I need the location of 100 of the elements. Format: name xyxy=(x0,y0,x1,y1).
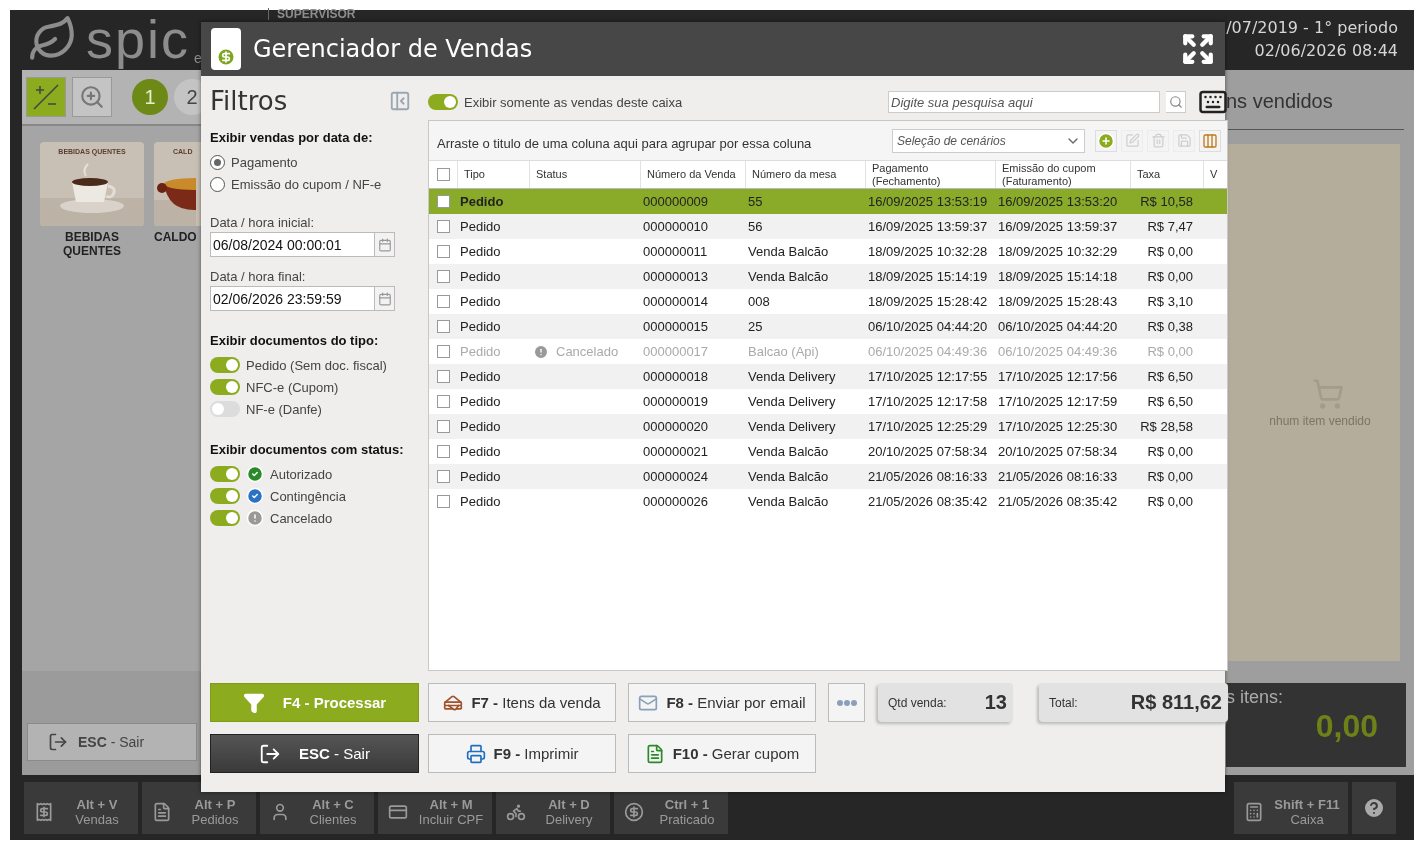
toggle-label: Cancelado xyxy=(270,510,333,526)
table-cell-text: 000000021 xyxy=(642,444,710,459)
summary-label: Total: xyxy=(1049,695,1078,710)
logo-suffix: e xyxy=(194,50,202,66)
shortcut-label: Praticado xyxy=(659,812,715,827)
table-cell-text: 17/10/2025 12:17:56 xyxy=(997,369,1119,384)
table-cell-text: 16/09/2025 13:59:37 xyxy=(997,219,1119,234)
dialog-title: Gerenciador de Vendas xyxy=(253,35,533,63)
period-text: /07/2019 - 1° periodo xyxy=(1226,18,1398,37)
table-cell-text: Venda Balcão xyxy=(747,269,830,284)
table-cell-text: R$ 7,47 xyxy=(1146,219,1194,234)
table-cell-text: 000000015 xyxy=(642,319,710,334)
table-cell-text: Venda Delivery xyxy=(747,369,837,384)
shortcut-label: Vendas xyxy=(75,812,119,827)
shortcut-key: Shift + F11 xyxy=(1274,797,1340,812)
table-cell-text: 21/05/2026 08:16:33 xyxy=(867,469,989,484)
table-cell-text: 000000018 xyxy=(642,369,710,384)
table-cell-text: Pedido xyxy=(459,244,502,259)
table-cell-text: Pedido xyxy=(459,444,502,459)
table-cell-text: R$ 0,00 xyxy=(1146,494,1194,509)
table-cell-text: 000000017 xyxy=(642,344,710,359)
section-heading: Exibir vendas por data de: xyxy=(210,130,374,145)
table-cell-text: 21/05/2026 08:35:42 xyxy=(997,494,1119,509)
table-cell-text: 06/10/2025 04:49:36 xyxy=(997,344,1119,359)
table-cell-text: Pedido xyxy=(459,319,502,334)
table-cell-text: 21/05/2026 08:35:42 xyxy=(867,494,989,509)
table-cell-text: 17/10/2025 12:17:58 xyxy=(867,394,989,409)
table-cell-text: Venda Delivery xyxy=(747,394,837,409)
table-cell-text: Pedido xyxy=(459,194,505,209)
table-cell-text: 18/09/2025 15:28:42 xyxy=(867,294,989,309)
table-cell-text: 20/10/2025 07:58:34 xyxy=(867,444,989,459)
radio-label: Pagamento xyxy=(231,154,298,170)
table-cell-text: 000000009 xyxy=(642,194,710,209)
table-cell-text: 16/09/2025 13:53:20 xyxy=(997,194,1119,209)
table-cell-text: 56 xyxy=(747,219,764,234)
category-caption: BEBIDAS QUENTES xyxy=(62,230,122,259)
table-cell-text: Venda Balcão xyxy=(747,494,830,509)
table-cell-text: R$ 28,58 xyxy=(1139,419,1194,434)
table-cell-text: R$ 0,00 xyxy=(1146,269,1194,284)
table-cell-text: Venda Delivery xyxy=(747,419,837,434)
field-label: Data / hora inicial: xyxy=(210,215,316,230)
table-cell-text: 06/10/2025 04:44:20 xyxy=(867,319,989,334)
radio-label: Emissão do cupom / NF-e xyxy=(231,176,382,192)
toggle-label: Exibir somente as vendas deste caixa xyxy=(464,94,683,110)
table-cell-text: 06/10/2025 04:49:36 xyxy=(867,344,989,359)
table-cell-text: 000000010 xyxy=(642,219,710,234)
table-cell-text: Pedido xyxy=(459,419,502,434)
shortcut-label: Incluir CPF xyxy=(418,812,484,827)
shortcut-key: Alt + V xyxy=(76,797,118,812)
table-cell-text: Pedido xyxy=(459,294,502,309)
shortcut-label: Delivery xyxy=(545,812,593,827)
table-cell-text: R$ 0,00 xyxy=(1146,469,1194,484)
summary-value: R$ 811,62 xyxy=(1130,691,1222,714)
total-value: 0,00 xyxy=(1315,708,1379,745)
table-cell-text: R$ 0,00 xyxy=(1146,344,1194,359)
summary-value: 13 xyxy=(984,691,1007,714)
table-cell-text: 25 xyxy=(747,319,764,334)
shortcut-label: Caixa xyxy=(1290,812,1324,827)
table-cell-text: 000000011 xyxy=(642,244,709,259)
field-label: Data / hora final: xyxy=(210,269,307,284)
table-cell-text: R$ 6,50 xyxy=(1146,369,1194,384)
table-cell-text: Cancelado xyxy=(555,344,620,359)
table-cell-text: 000000020 xyxy=(642,419,710,434)
table-cell-text: 55 xyxy=(747,194,764,209)
table-cell-text: Pedido xyxy=(459,344,502,359)
shortcut-key: Alt + M xyxy=(429,797,473,812)
summary-label: Qtd venda: xyxy=(888,695,947,710)
table-cell-text: R$ 10,58 xyxy=(1139,194,1194,209)
table-cell-text: Pedido xyxy=(459,369,502,384)
date-time: 02/06/2026 08:44 xyxy=(1254,41,1398,60)
toggle-label: NF-e (Danfe) xyxy=(246,401,322,417)
table-cell-text: Pedido xyxy=(459,219,502,234)
shortcut-key: Alt + C xyxy=(312,797,354,812)
table-cell-text: 18/09/2025 10:32:29 xyxy=(997,244,1119,259)
toggle-label: Contingência xyxy=(270,488,346,504)
toggle-label: Autorizado xyxy=(270,466,333,482)
shortcut-label: Pedidos xyxy=(191,812,239,827)
shortcut-label: Clientes xyxy=(309,812,357,827)
table-cell-text: 000000019 xyxy=(642,394,710,409)
toggle-label: NFC-e (Cupom) xyxy=(246,379,339,395)
table-cell-text: 06/10/2025 04:44:20 xyxy=(997,319,1119,334)
table-cell-text: Venda Balcão xyxy=(747,469,830,484)
filters-title: Filtros xyxy=(210,86,288,116)
section-heading: Exibir documentos com status: xyxy=(210,442,405,457)
table-cell-text: Venda Balcão xyxy=(747,444,830,459)
table-cell-text: R$ 0,00 xyxy=(1146,444,1194,459)
table-cell-text: 000000024 xyxy=(642,469,710,484)
table-cell-text: 000000014 xyxy=(642,294,710,309)
empty-text: nhum item vendido xyxy=(1268,413,1371,428)
shortcut-key: Ctrl + 1 xyxy=(664,797,710,812)
table-cell-text: 17/10/2025 12:17:59 xyxy=(997,394,1119,409)
table-cell-text: 18/09/2025 10:32:28 xyxy=(867,244,989,259)
table-cell-text: Pedido xyxy=(459,269,502,284)
category-caption: CALDO xyxy=(154,230,197,245)
table-cell-text: Pedido xyxy=(459,469,502,484)
group-hint: Arraste o titulo de uma coluna aqui para agrupar por essa coluna xyxy=(437,135,813,151)
table-cell-text: 21/05/2026 08:16:33 xyxy=(997,469,1119,484)
table-cell-text: 000000013 xyxy=(642,269,710,284)
shortcut-key: Alt + D xyxy=(548,797,590,812)
table-cell-text: 20/10/2025 07:58:34 xyxy=(997,444,1119,459)
